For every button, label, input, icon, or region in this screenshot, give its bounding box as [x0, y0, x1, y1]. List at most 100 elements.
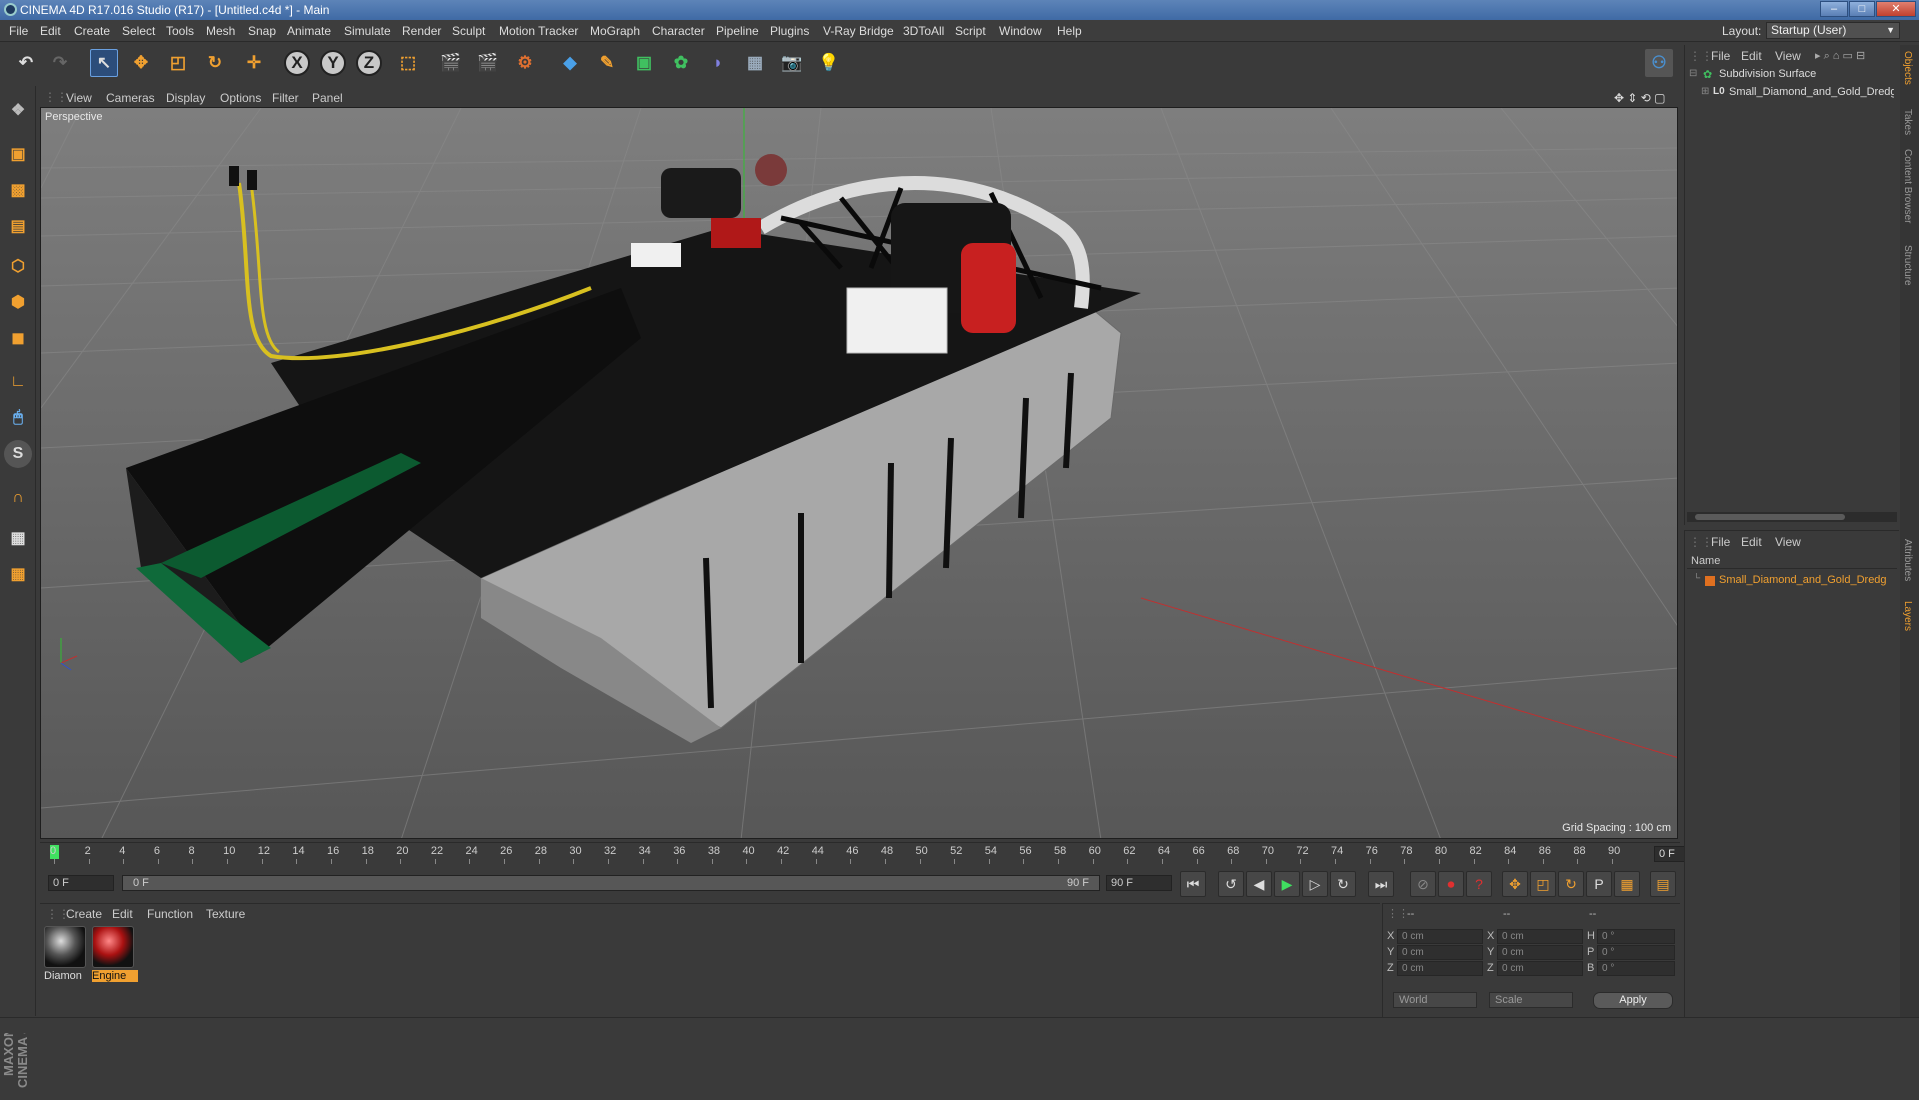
menu-script[interactable]: Script	[955, 24, 986, 38]
viewport-menu-panel[interactable]: Panel	[312, 91, 343, 105]
expand-toggle-icon[interactable]: ⊞	[1701, 86, 1709, 97]
points-mode-icon[interactable]: ⬡	[4, 252, 32, 280]
menu-sculpt[interactable]: Sculpt	[452, 24, 485, 38]
menu-motion-tracker[interactable]: Motion Tracker	[499, 24, 578, 38]
viewport-menu-cameras[interactable]: Cameras	[106, 91, 155, 105]
layer-menu-file[interactable]: File	[1711, 535, 1730, 549]
camera-icon[interactable]: 📷	[778, 49, 806, 77]
menu-snap[interactable]: Snap	[248, 24, 276, 38]
lock-workplane-icon[interactable]: ▦	[4, 524, 32, 552]
render-picture-viewer-icon[interactable]: 🎬	[474, 49, 502, 77]
layer-color-swatch[interactable]	[1705, 576, 1715, 586]
tab-layers[interactable]: Layers	[1902, 601, 1913, 631]
light-icon[interactable]: 💡	[815, 49, 843, 77]
snap-icon[interactable]: S	[4, 440, 32, 468]
menu-pipeline[interactable]: Pipeline	[716, 24, 759, 38]
maximize-button[interactable]: □	[1849, 1, 1875, 17]
close-button[interactable]: ✕	[1876, 1, 1916, 17]
menu-create[interactable]: Create	[74, 24, 110, 38]
spline-pen-icon[interactable]: ✎	[593, 49, 621, 77]
perspective-viewport[interactable]: Perspective Grid Spacing : 100 cm	[40, 107, 1678, 839]
key-pla-icon[interactable]: ▦	[1614, 871, 1640, 897]
viewport-menu-filter[interactable]: Filter	[272, 91, 299, 105]
pos-x-field[interactable]: 0 cm	[1397, 929, 1483, 944]
object-manager-tools-icon[interactable]: ▸ ⌕ ⌂ ▭ ⊟	[1815, 49, 1865, 63]
end-frame-field[interactable]: 90 F	[1106, 875, 1172, 891]
x-axis-lock-button[interactable]: X	[284, 50, 310, 76]
move-tool-icon[interactable]: ✥	[127, 49, 155, 77]
key-scale-icon[interactable]: ◰	[1530, 871, 1556, 897]
edges-mode-icon[interactable]: ⬢	[4, 288, 32, 316]
material-diamon[interactable]: Diamon	[44, 926, 88, 988]
autokey-icon[interactable]: ?	[1466, 871, 1492, 897]
next-key-icon[interactable]: ↻	[1330, 871, 1356, 897]
cube-primitive-icon[interactable]: ◆	[556, 49, 584, 77]
menu-vray-bridge[interactable]: V-Ray Bridge	[823, 24, 894, 38]
coord-system-select[interactable]: World	[1393, 992, 1477, 1008]
menu-3dtoall[interactable]: 3DToAll	[903, 24, 944, 38]
tab-takes[interactable]: Takes	[1902, 109, 1913, 135]
menu-render[interactable]: Render	[402, 24, 441, 38]
live-selection-icon[interactable]: ✛	[240, 49, 268, 77]
material-menu-edit[interactable]: Edit	[112, 907, 133, 921]
planar-workplane-icon[interactable]: ▦	[4, 560, 32, 588]
menu-edit[interactable]: Edit	[40, 24, 61, 38]
start-frame-field[interactable]: 0 F	[48, 875, 114, 891]
material-menu-create[interactable]: Create	[66, 907, 102, 921]
menu-animate[interactable]: Animate	[287, 24, 331, 38]
select-tool-icon[interactable]: ↖	[90, 49, 118, 77]
material-menu-function[interactable]: Function	[147, 907, 193, 921]
redo-icon[interactable]: ↷	[46, 49, 74, 77]
frame-range-slider[interactable]: 0 F 90 F	[122, 875, 1100, 891]
object-menu-view[interactable]: View	[1775, 49, 1801, 63]
key-rotation-icon[interactable]: ↻	[1558, 871, 1584, 897]
viewport-menu-options[interactable]: Options	[220, 91, 261, 105]
previous-key-icon[interactable]: ↺	[1218, 871, 1244, 897]
tweak-mode-icon[interactable]: 🖱	[4, 404, 32, 432]
z-axis-lock-button[interactable]: Z	[356, 50, 382, 76]
menu-window[interactable]: Window	[999, 24, 1042, 38]
viewport-nav-icons[interactable]: ✥ ⇕ ⟲ ▢	[1614, 91, 1666, 105]
layer-menu-edit[interactable]: Edit	[1741, 535, 1762, 549]
next-frame-icon[interactable]: ▷	[1302, 871, 1328, 897]
menu-plugins[interactable]: Plugins	[770, 24, 809, 38]
object-row-subdivision-surface[interactable]: ⊟ ✿ Subdivision Surface	[1689, 67, 1894, 83]
keyframe-record-icon[interactable]: ⊘	[1410, 871, 1436, 897]
tab-content-browser[interactable]: Content Browser	[1902, 149, 1913, 223]
expand-toggle-icon[interactable]: ⊟	[1689, 68, 1697, 79]
layer-row[interactable]: └ Small_Diamond_and_Gold_Dredg	[1689, 573, 1894, 589]
polygons-mode-icon[interactable]: ◼	[4, 324, 32, 352]
object-menu-edit[interactable]: Edit	[1741, 49, 1762, 63]
magnet-icon[interactable]: ∩	[4, 484, 32, 512]
menu-select[interactable]: Select	[122, 24, 155, 38]
key-position-icon[interactable]: ✥	[1502, 871, 1528, 897]
apply-button[interactable]: Apply	[1593, 992, 1673, 1009]
object-menu-file[interactable]: File	[1711, 49, 1730, 63]
viewport-menu-view[interactable]: View	[66, 91, 92, 105]
previous-frame-icon[interactable]: ◀	[1246, 871, 1272, 897]
menu-file[interactable]: File	[9, 24, 28, 38]
pos-z-field[interactable]: 0 cm	[1397, 961, 1483, 976]
go-to-start-icon[interactable]: ⏮	[1180, 871, 1206, 897]
axis-mode-icon[interactable]: ∟	[4, 368, 32, 396]
cloner-icon[interactable]: ✿	[667, 49, 695, 77]
python-icon[interactable]: ⚇	[1645, 49, 1673, 77]
size-z-field[interactable]: 0 cm	[1497, 961, 1583, 976]
menu-character[interactable]: Character	[652, 24, 705, 38]
material-menu-texture[interactable]: Texture	[206, 907, 245, 921]
object-manager-scrollbar[interactable]	[1687, 512, 1897, 522]
subdivision-surface-icon[interactable]: ▣	[630, 49, 658, 77]
timeline-window-icon[interactable]: ▤	[1650, 871, 1676, 897]
undo-icon[interactable]: ↶	[12, 49, 40, 77]
rotate-tool-icon[interactable]: ↻	[201, 49, 229, 77]
layout-select[interactable]: Startup (User) ▼	[1766, 22, 1900, 39]
rot-h-field[interactable]: 0 °	[1597, 929, 1675, 944]
model-mode-icon[interactable]: ▣	[4, 140, 32, 168]
y-axis-lock-button[interactable]: Y	[320, 50, 346, 76]
viewport-menu-display[interactable]: Display	[166, 91, 205, 105]
coordinate-system-icon[interactable]: ⬚	[394, 49, 422, 77]
rot-p-field[interactable]: 0 °	[1597, 945, 1675, 960]
record-active-icon[interactable]: ⏺	[1438, 871, 1464, 897]
tab-objects[interactable]: Objects	[1902, 51, 1913, 85]
rot-b-field[interactable]: 0 °	[1597, 961, 1675, 976]
